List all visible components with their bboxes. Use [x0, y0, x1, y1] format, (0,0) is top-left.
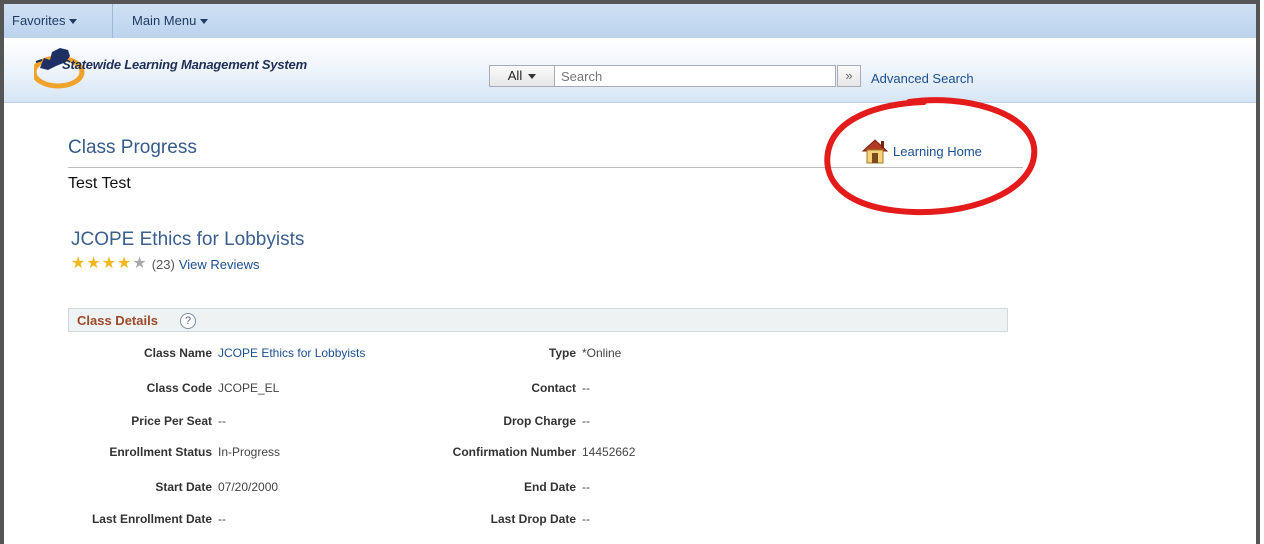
chevron-down-icon — [528, 74, 537, 80]
left-field-label: Start Date — [155, 480, 212, 494]
search-go-button[interactable]: » — [837, 65, 861, 87]
star-filled-icon: ★ — [117, 255, 132, 272]
left-field-value: -- — [218, 512, 226, 526]
left-field-label: Enrollment Status — [109, 445, 212, 459]
left-field-value: -- — [218, 414, 226, 428]
nav-divider — [112, 4, 113, 38]
left-field-value[interactable]: JCOPE Ethics for Lobbyists — [218, 346, 365, 360]
favorites-label: Favorites — [12, 13, 66, 28]
left-field-value: In-Progress — [218, 445, 281, 459]
header-banner: Statewide Learning Management System All… — [4, 38, 1256, 103]
top-nav: Favorites Main Menu — [4, 4, 1256, 39]
star-filled-icon: ★ — [71, 255, 86, 272]
star-empty-icon: ★ — [132, 255, 147, 272]
scope-label: All — [507, 68, 523, 83]
right-field-label: Contact — [531, 381, 576, 395]
class-details-header: Class Details ? — [68, 308, 1008, 332]
page-title: Class Progress — [68, 137, 197, 158]
star-filled-icon: ★ — [86, 255, 101, 272]
right-field-label: Type — [548, 346, 576, 360]
right-field-value: 14452662 — [582, 445, 636, 459]
search-input[interactable] — [555, 65, 836, 87]
right-field-label: End Date — [523, 480, 576, 494]
help-icon[interactable]: ? — [180, 313, 196, 329]
right-field-label: Last Drop Date — [490, 512, 576, 526]
chevron-down-icon — [200, 19, 209, 25]
learning-home-label: Learning Home — [893, 143, 982, 159]
left-field-label: Class Code — [146, 381, 212, 395]
advanced-search-link[interactable]: Advanced Search — [871, 71, 974, 86]
right-field-value: -- — [582, 414, 590, 428]
right-field-value: -- — [582, 480, 590, 494]
right-field-label: Drop Charge — [503, 414, 576, 428]
star-filled-icon: ★ — [101, 255, 117, 272]
favorites-menu[interactable]: Favorites — [12, 13, 78, 28]
chevron-down-icon — [69, 19, 78, 25]
app-window: Favorites Main Menu Statewide Learning M… — [0, 0, 1260, 544]
right-field-label: Confirmation Number — [452, 445, 576, 459]
left-field-label: Last Enrollment Date — [91, 512, 212, 526]
left-field-value: JCOPE_EL — [218, 381, 280, 395]
app-title: Statewide Learning Management System — [62, 57, 307, 72]
course-title: JCOPE Ethics for Lobbyists — [71, 229, 305, 250]
house-icon — [861, 139, 889, 164]
main-menu-label: Main Menu — [132, 13, 197, 28]
learning-home-link[interactable]: Learning Home — [861, 138, 982, 164]
user-name: Test Test — [68, 175, 131, 192]
section-title: Class Details — [77, 313, 158, 328]
search-scope-select[interactable]: All — [489, 65, 555, 87]
left-field-label: Class Name — [143, 346, 212, 360]
right-field-value: -- — [582, 512, 590, 526]
right-field-value: -- — [582, 381, 590, 395]
view-reviews-link[interactable]: View Reviews — [179, 257, 260, 272]
right-field-value: *Online — [582, 346, 622, 360]
left-field-label: Price Per Seat — [131, 414, 212, 428]
left-field-value: 07/20/2000 — [218, 480, 279, 494]
star-rating: ★★★★★ — [71, 256, 148, 272]
title-divider — [68, 167, 1023, 168]
review-count: (23) — [151, 256, 175, 272]
main-menu[interactable]: Main Menu — [132, 13, 209, 28]
rating-row: ★★★★★ (23) View Reviews — [71, 256, 260, 272]
